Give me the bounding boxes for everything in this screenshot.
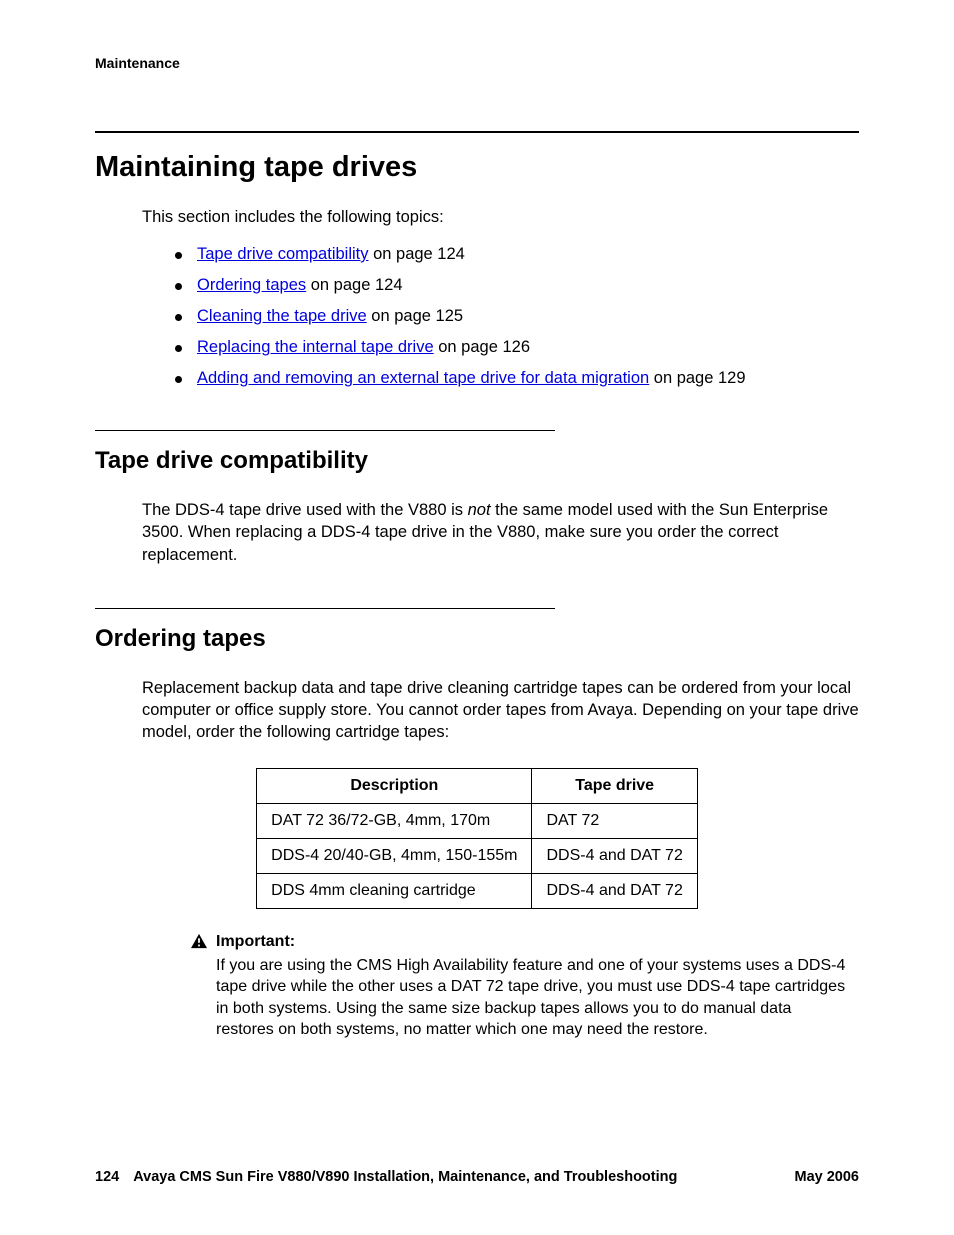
list-item: Adding and removing an external tape dri… [175, 369, 859, 388]
table-row: DDS-4 20/40-GB, 4mm, 150-155m DDS-4 and … [257, 838, 698, 873]
topic-link[interactable]: Adding and removing an external tape dri… [197, 369, 649, 387]
subsection-divider [95, 430, 555, 431]
table-cell: DDS-4 and DAT 72 [532, 873, 697, 908]
page-number: 124 [95, 1169, 119, 1185]
table-cell: DDS-4 20/40-GB, 4mm, 150-155m [257, 838, 532, 873]
section-divider [95, 131, 859, 133]
paragraph: The DDS-4 tape drive used with the V880 … [142, 499, 859, 566]
text-run: The DDS-4 tape drive used with the V880 … [142, 501, 468, 519]
topic-link[interactable]: Replacing the internal tape drive [197, 338, 434, 356]
list-item: Replacing the internal tape drive on pag… [175, 338, 859, 357]
table-cell: DDS-4 and DAT 72 [532, 838, 697, 873]
subsection-heading: Tape drive compatibility [95, 447, 859, 475]
important-note: Important: If you are using the CMS High… [190, 933, 849, 1041]
running-header: Maintenance [95, 55, 859, 71]
list-item: Cleaning the tape drive on page 125 [175, 307, 859, 326]
topic-list: Tape drive compatibility on page 124 Ord… [175, 245, 859, 388]
topic-link[interactable]: Ordering tapes [197, 276, 306, 294]
table-header-row: Description Tape drive [257, 768, 698, 803]
table-row: DDS 4mm cleaning cartridge DDS-4 and DAT… [257, 873, 698, 908]
footer-title: Avaya CMS Sun Fire V880/V890 Installatio… [133, 1169, 677, 1185]
subsection-heading: Ordering tapes [95, 625, 859, 653]
table-header-cell: Tape drive [532, 768, 697, 803]
table-cell: DAT 72 [532, 803, 697, 838]
footer-date: May 2006 [795, 1169, 860, 1185]
page-title: Maintaining tape drives [95, 151, 859, 184]
emphasis: not [468, 501, 491, 519]
topic-link[interactable]: Tape drive compatibility [197, 245, 369, 263]
warning-icon [190, 933, 208, 949]
topic-suffix: on page 124 [369, 245, 465, 263]
intro-paragraph: This section includes the following topi… [142, 208, 859, 227]
topic-link[interactable]: Cleaning the tape drive [197, 307, 367, 325]
list-item: Tape drive compatibility on page 124 [175, 245, 859, 264]
list-item: Ordering tapes on page 124 [175, 276, 859, 295]
table-row: DAT 72 36/72-GB, 4mm, 170m DAT 72 [257, 803, 698, 838]
cartridge-table: Description Tape drive DAT 72 36/72-GB, … [256, 768, 698, 909]
table-cell: DAT 72 36/72-GB, 4mm, 170m [257, 803, 532, 838]
table-cell: DDS 4mm cleaning cartridge [257, 873, 532, 908]
topic-suffix: on page 126 [434, 338, 530, 356]
paragraph: Replacement backup data and tape drive c… [142, 677, 859, 744]
topic-suffix: on page 125 [367, 307, 463, 325]
note-text: If you are using the CMS High Availabili… [216, 955, 849, 1041]
page-footer: 124 Avaya CMS Sun Fire V880/V890 Install… [95, 1169, 859, 1185]
note-label: Important: [216, 933, 295, 951]
topic-suffix: on page 129 [649, 369, 745, 387]
subsection-divider [95, 608, 555, 609]
topic-suffix: on page 124 [306, 276, 402, 294]
table-header-cell: Description [257, 768, 532, 803]
